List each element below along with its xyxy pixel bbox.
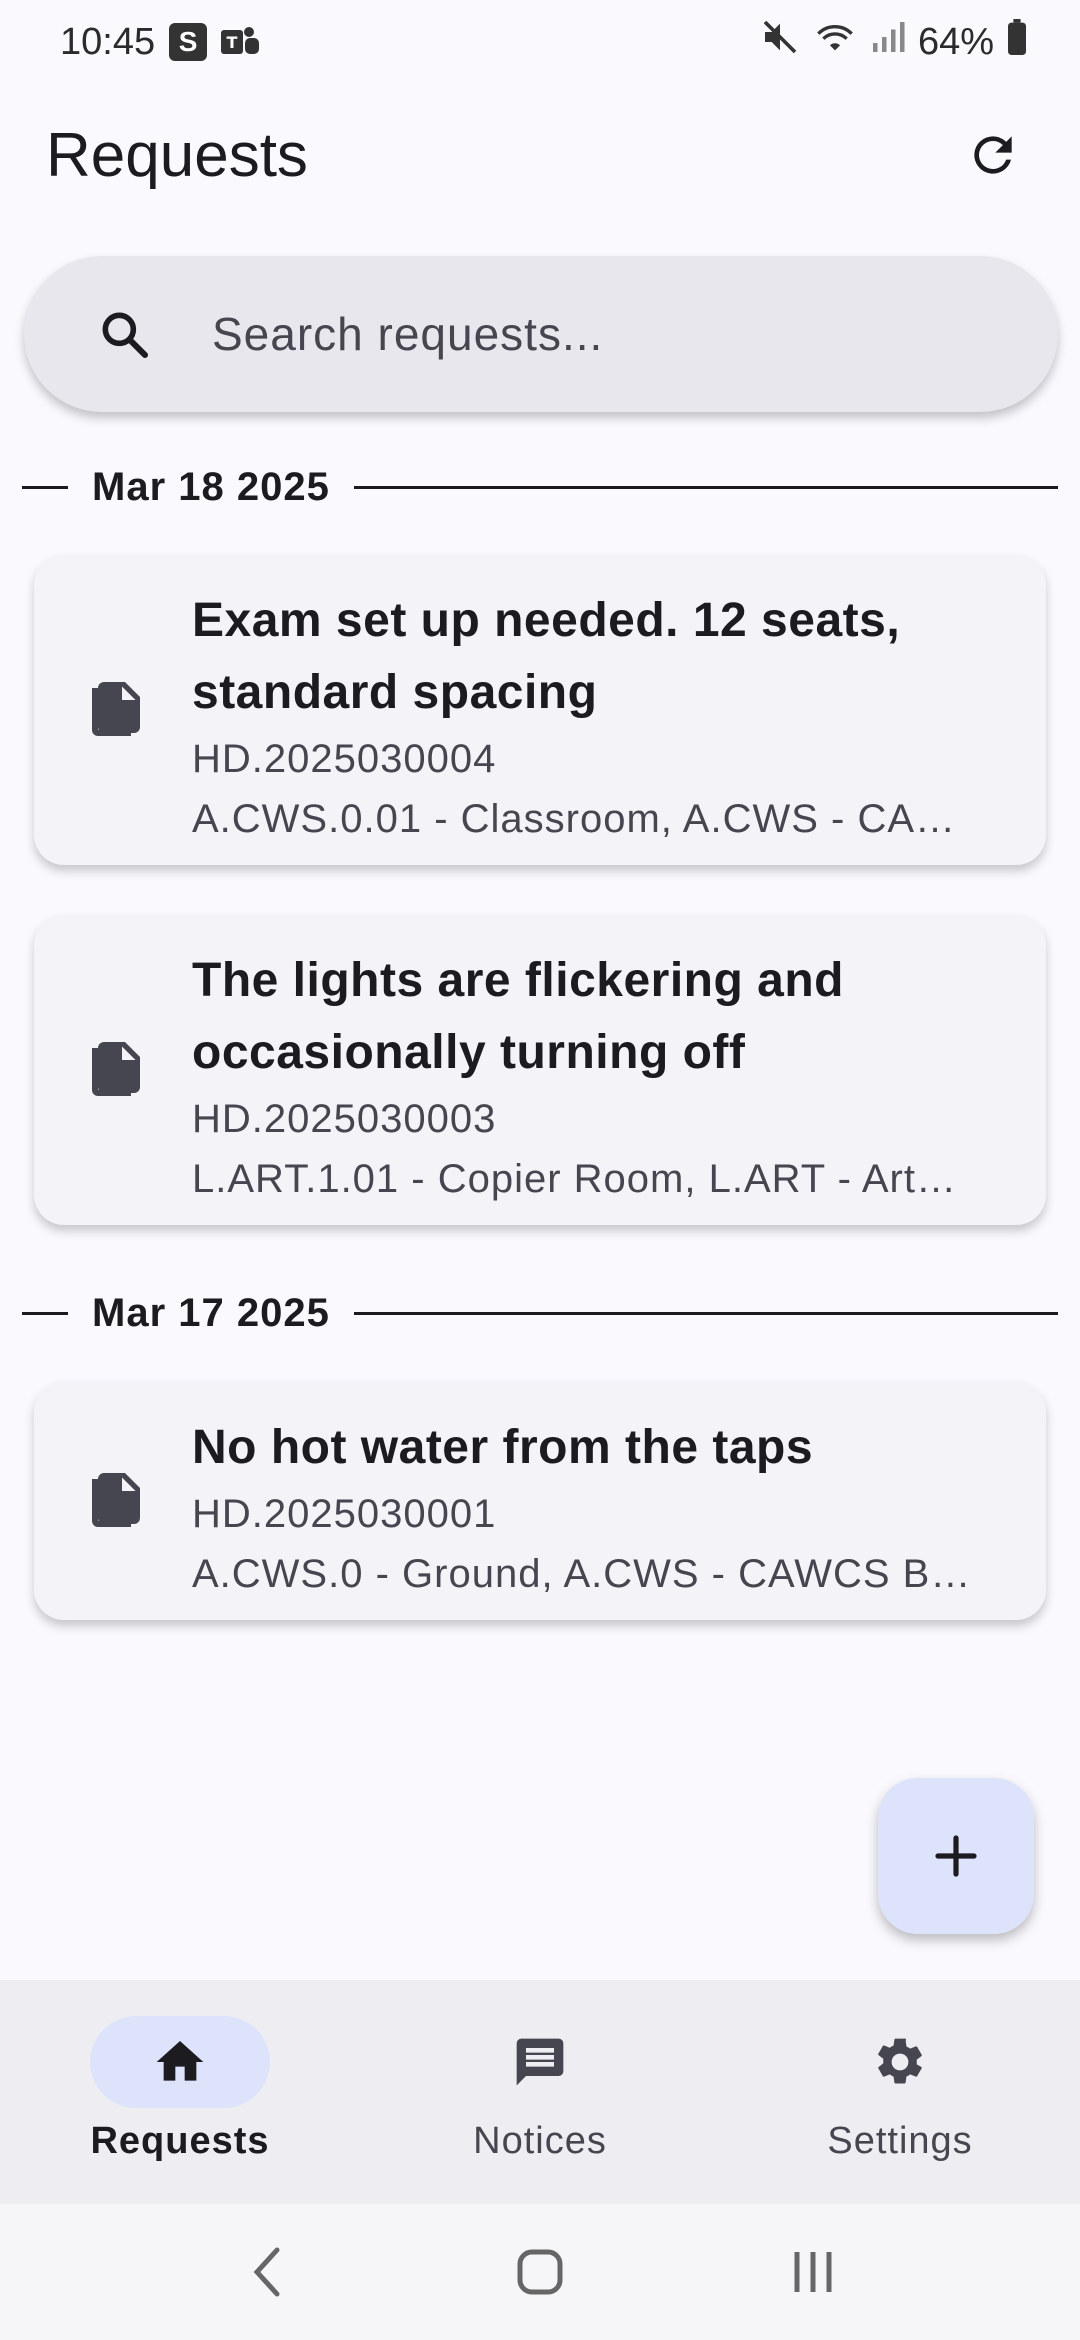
date-label: Mar 17 2025 [92, 1290, 330, 1335]
search-bar[interactable] [24, 256, 1058, 412]
request-id: HD.2025030004 [192, 737, 497, 781]
gear-icon [878, 2038, 922, 2084]
mute-icon [760, 17, 800, 67]
status-left: 10:45 S T [60, 21, 263, 64]
square-icon [517, 2249, 563, 2295]
request-card[interactable]: The lights are flickering and occasional… [34, 915, 1046, 1225]
system-nav-bar [0, 2204, 1080, 2340]
refresh-button[interactable] [958, 120, 1028, 190]
wifi-icon [812, 17, 858, 67]
status-right: 64% [760, 17, 1028, 67]
battery-level: 64% [917, 20, 994, 63]
home-icon [156, 2041, 204, 2081]
app-header: Requests [0, 100, 1080, 210]
request-location: L.ART.1.01 - Copier Room, L.ART - Art… [192, 1157, 957, 1201]
request-id: HD.2025030003 [192, 1097, 497, 1141]
search-input[interactable] [210, 306, 1014, 362]
nav-indicator [450, 2016, 630, 2108]
divider-line [353, 1311, 1058, 1315]
skype-badge-icon: S [169, 23, 208, 61]
page-title: Requests [46, 120, 308, 190]
nav-indicator [810, 2016, 990, 2108]
divider-line [353, 485, 1058, 489]
date-divider: Mar 18 2025 [22, 457, 1058, 517]
plus-icon [935, 1835, 977, 1877]
refresh-icon [974, 136, 1012, 174]
nav-label: Requests [90, 2120, 270, 2162]
battery-icon [1006, 19, 1028, 65]
divider-line [22, 485, 68, 489]
divider-line [22, 1311, 68, 1315]
home-button[interactable] [500, 2232, 580, 2312]
request-title: The lights are flickering and occasional… [192, 954, 844, 1079]
search-icon [102, 312, 149, 359]
signal-icon [870, 17, 906, 67]
request-location: A.CWS.0.01 - Classroom, A.CWS - CA… [192, 797, 957, 841]
request-card[interactable]: Exam set up needed. 12 seats, standard s… [34, 555, 1046, 865]
back-button[interactable] [227, 2232, 307, 2312]
recents-icon [794, 2252, 832, 2292]
request-card[interactable]: No hot water from the taps HD.2025030001… [34, 1382, 1046, 1620]
request-location: A.CWS.0 - Ground, A.CWS - CAWCS B… [192, 1552, 972, 1596]
document-icon [92, 682, 140, 736]
request-title: Exam set up needed. 12 seats, standard s… [192, 594, 901, 719]
date-divider: Mar 17 2025 [22, 1283, 1058, 1343]
nav-indicator [90, 2016, 270, 2108]
recents-button[interactable] [773, 2232, 853, 2312]
nav-item-requests[interactable]: Requests [0, 1980, 360, 2204]
status-bar: 10:45 S T 64% [0, 0, 1080, 84]
request-title: No hot water from the taps [192, 1421, 814, 1474]
request-id: HD.2025030001 [192, 1492, 497, 1536]
status-time: 10:45 [60, 20, 156, 63]
date-label: Mar 18 2025 [92, 464, 330, 509]
nav-item-settings[interactable]: Settings [720, 1980, 1080, 2204]
teams-icon: T [221, 23, 263, 61]
nav-label: Settings [827, 2120, 973, 2162]
bottom-nav: Requests Notices Settings [0, 1980, 1080, 2204]
document-icon [92, 1473, 140, 1527]
message-icon [516, 2038, 564, 2086]
document-icon [92, 1042, 140, 1096]
add-request-button[interactable] [878, 1778, 1034, 1934]
svg-text:T: T [227, 33, 238, 52]
nav-label: Notices [473, 2120, 607, 2162]
chevron-left-icon [253, 2247, 280, 2297]
nav-item-notices[interactable]: Notices [360, 1980, 720, 2204]
